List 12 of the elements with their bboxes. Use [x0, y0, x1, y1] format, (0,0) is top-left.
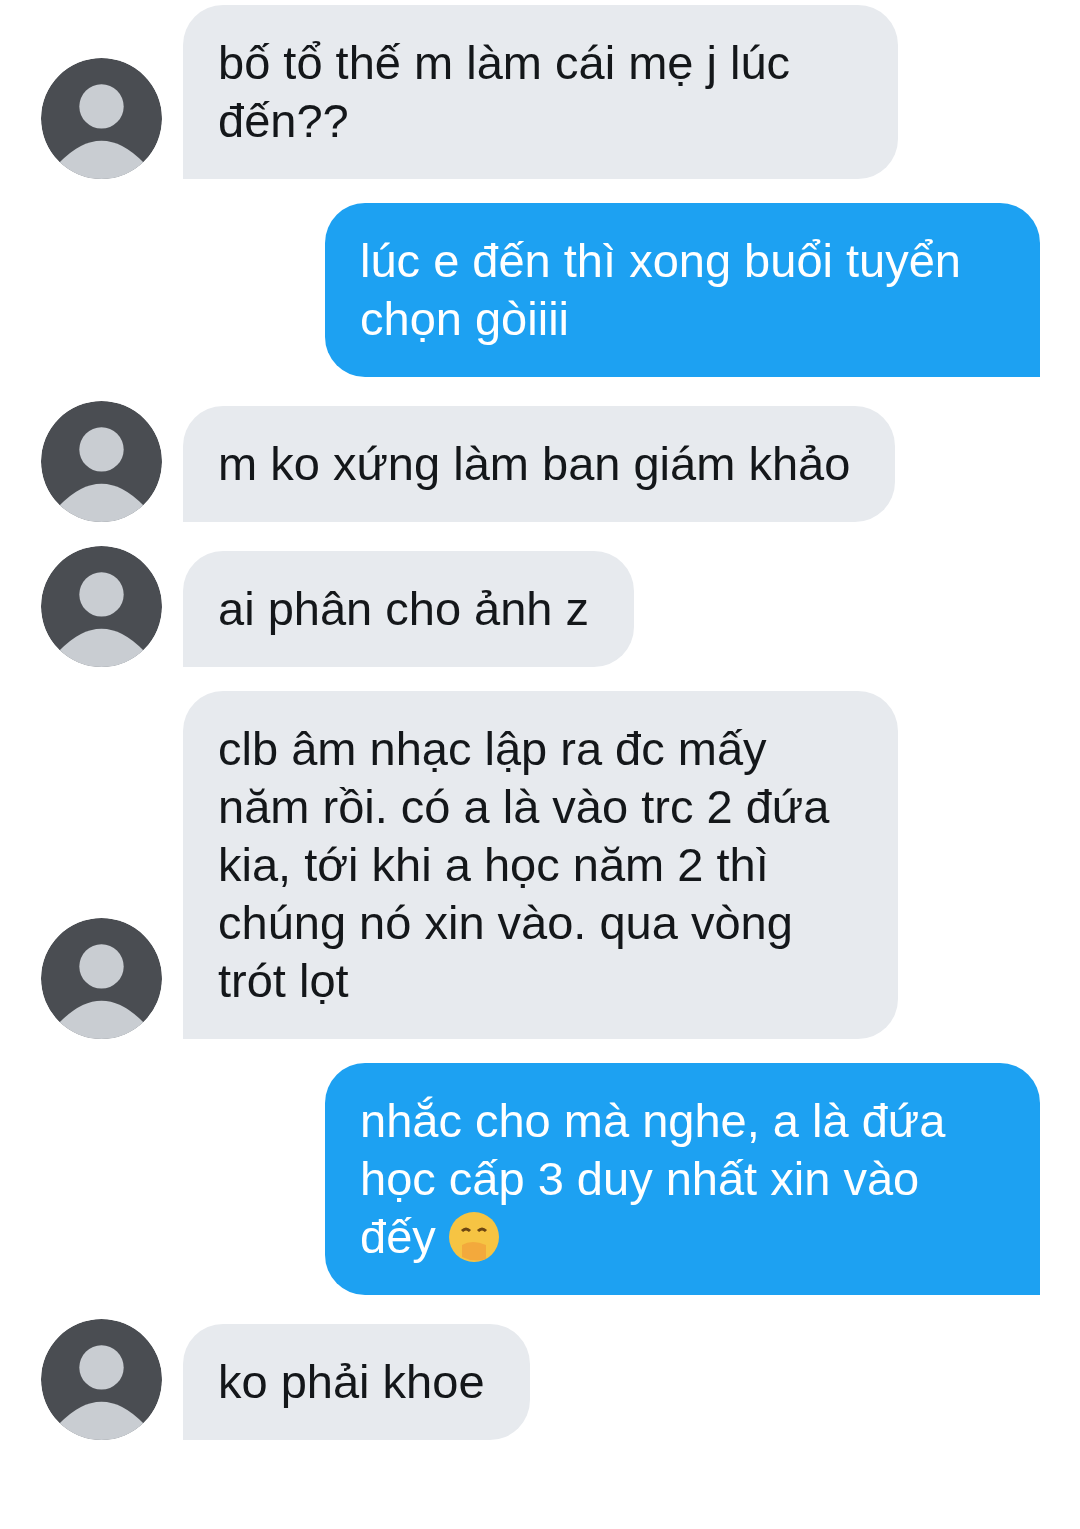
avatar-icon[interactable] — [41, 58, 162, 179]
avatar-icon[interactable] — [41, 918, 162, 1039]
received-message: bố tổ thế m làm cái mẹ j lúc đến?? — [183, 5, 898, 179]
received-message: ai phân cho ảnh z — [183, 551, 635, 667]
sent-message: nhắc cho mà nghe, a là đứa học cấp 3 duy nhất xin vào đếy — [325, 1063, 1040, 1295]
received-message: ko phải khoe — [183, 1324, 530, 1440]
sent-message: lúc e đến thì xong buổi tuyển chọn gòiiii — [325, 203, 1040, 377]
received-message: m ko xứng làm ban giám khảo — [183, 406, 896, 522]
avatar-icon[interactable] — [41, 401, 162, 522]
avatar-icon[interactable] — [41, 1319, 162, 1440]
avatar-icon[interactable] — [41, 546, 162, 667]
received-message: clb âm nhạc lập ra đc mấy năm rồi. có a là vào trc 2 đứa kia, tới khi a học năm 2 thì chúng nó xin vào. qua vòng trót lọt — [183, 691, 898, 1039]
